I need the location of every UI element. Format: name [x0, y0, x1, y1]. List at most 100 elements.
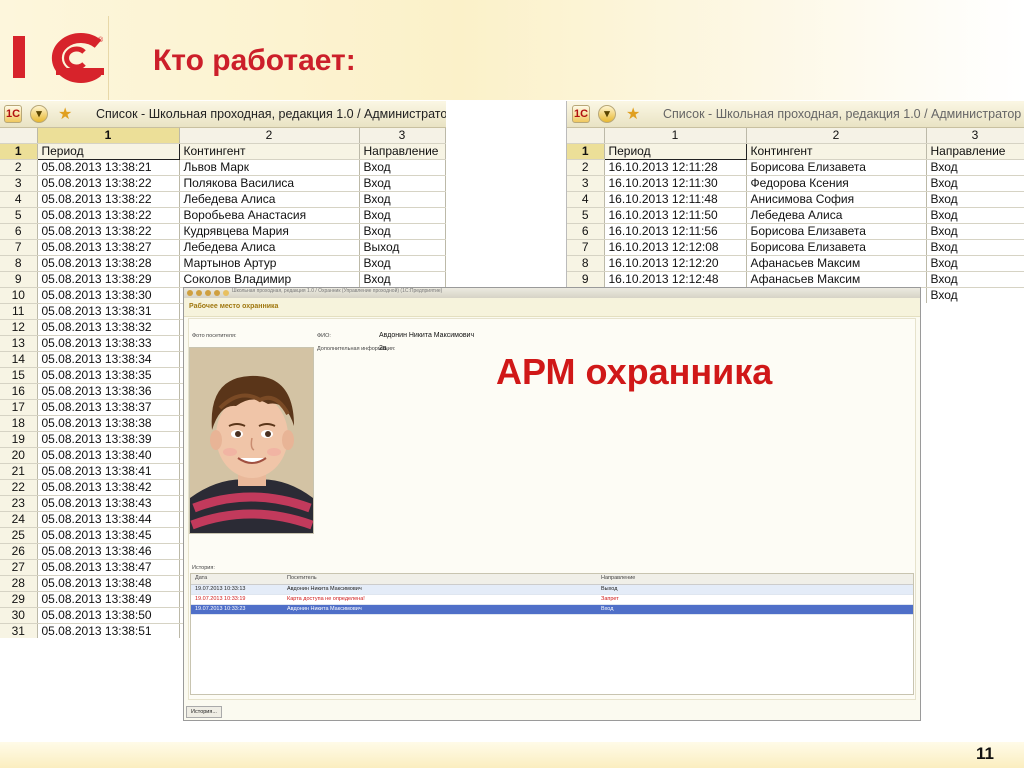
period-cell[interactable]: 05.08.2013 13:38:46	[37, 543, 180, 560]
period-cell[interactable]: 05.08.2013 13:38:22	[37, 175, 180, 192]
table-row[interactable]: 8 16.10.2013 12:12:20 Афанасьев Максим Вход	[567, 255, 1024, 272]
contingent-cell[interactable]: Мартынов Артур	[179, 255, 360, 272]
period-cell[interactable]: 05.08.2013 13:38:50	[37, 607, 180, 624]
contingent-cell[interactable]: Борисова Елизавета	[746, 223, 927, 240]
column-header-contingent[interactable]: Контингент	[179, 143, 360, 160]
period-cell[interactable]: 05.08.2013 13:38:48	[37, 575, 180, 592]
contingent-cell[interactable]: Львов Марк	[179, 159, 360, 176]
favorites-star-icon[interactable]: ★	[626, 104, 640, 124]
history-button[interactable]: История...	[186, 706, 222, 718]
contingent-cell[interactable]: Воробьева Анастасия	[179, 207, 360, 224]
direction-cell[interactable]: Вход	[359, 271, 446, 288]
table-row[interactable]: 6 16.10.2013 12:11:56 Борисова Елизавета Вх…	[567, 223, 1024, 240]
table-row[interactable]: 4 05.08.2013 13:38:22 Лебедева Алиса Вход	[0, 191, 446, 208]
period-cell[interactable]: 05.08.2013 13:38:42	[37, 479, 180, 496]
table-row[interactable]: 2 16.10.2013 12:11:28 Борисова Елизавета Вх…	[567, 159, 1024, 176]
period-cell[interactable]: 16.10.2013 12:11:50	[604, 207, 747, 224]
contingent-cell[interactable]: Полякова Василиса	[179, 175, 360, 192]
period-cell[interactable]: 16.10.2013 12:11:48	[604, 191, 747, 208]
contingent-cell[interactable]: Анисимова София	[746, 191, 927, 208]
column-header-period[interactable]: Период	[36, 143, 180, 160]
column-header-period[interactable]: Период	[603, 143, 747, 160]
arm-menu-icon[interactable]	[196, 290, 202, 296]
direction-cell[interactable]: Вход	[359, 255, 446, 272]
period-cell[interactable]: 05.08.2013 13:38:21	[37, 159, 180, 176]
table-row[interactable]: 1 Период Контингент Направление	[567, 143, 1024, 160]
period-cell[interactable]: 05.08.2013 13:38:28	[37, 255, 180, 272]
period-cell[interactable]: 05.08.2013 13:38:22	[37, 207, 180, 224]
menu-dropdown-icon[interactable]: ▾	[30, 105, 48, 123]
period-cell[interactable]: 05.08.2013 13:38:30	[37, 287, 180, 304]
period-cell[interactable]: 05.08.2013 13:38:45	[37, 527, 180, 544]
period-cell[interactable]: 05.08.2013 13:38:33	[37, 335, 180, 352]
table-row[interactable]: 5 16.10.2013 12:11:50 Лебедева Алиса Вход	[567, 207, 1024, 224]
period-cell[interactable]: 05.08.2013 13:38:40	[37, 447, 180, 464]
history-row[interactable]: 19.07.2013 10:33:13 Авдонин Никита Максим…	[191, 585, 913, 595]
history-table[interactable]: Дата Посетитель Направление 19.07.2013 1…	[190, 573, 914, 695]
table-row[interactable]: 6 05.08.2013 13:38:22 Кудрявцева Мария Вход	[0, 223, 446, 240]
table-row[interactable]: 9 05.08.2013 13:38:29 Соколов Владимир Вход	[0, 271, 446, 288]
period-cell[interactable]: 05.08.2013 13:38:41	[37, 463, 180, 480]
period-cell[interactable]: 16.10.2013 12:11:30	[604, 175, 747, 192]
table-row[interactable]: 7 16.10.2013 12:12:08 Борисова Елизавета Вх…	[567, 239, 1024, 256]
table-row[interactable]: 8 05.08.2013 13:38:28 Мартынов Артур Вход	[0, 255, 446, 272]
table-row[interactable]: 1 Период Контингент Направление	[0, 143, 446, 160]
direction-cell[interactable]: Вход	[926, 239, 1024, 256]
period-cell[interactable]: 05.08.2013 13:38:36	[37, 383, 180, 400]
app-1c-icon[interactable]: 1С	[4, 105, 22, 123]
period-cell[interactable]: 05.08.2013 13:38:38	[37, 415, 180, 432]
direction-cell[interactable]: Вход	[926, 287, 1024, 303]
period-cell[interactable]: 16.10.2013 12:12:08	[604, 239, 747, 256]
arm-forward-icon[interactable]	[214, 290, 220, 296]
direction-cell[interactable]: Вход	[359, 175, 446, 192]
right-data-grid[interactable]: 1 2 3 1 Период Контингент Направление 2 16.10.20…	[567, 128, 1024, 303]
history-row[interactable]: 19.07.2013 10:33:23 Авдонин Никита Максим…	[191, 605, 913, 615]
period-cell[interactable]: 05.08.2013 13:38:39	[37, 431, 180, 448]
direction-cell[interactable]: Вход	[359, 223, 446, 240]
period-cell[interactable]: 16.10.2013 12:11:28	[604, 159, 747, 176]
period-cell[interactable]: 05.08.2013 13:38:22	[37, 191, 180, 208]
arm-app-icon[interactable]	[187, 290, 193, 296]
table-row[interactable]: 3 16.10.2013 12:11:30 Федорова Ксения Вход	[567, 175, 1024, 192]
period-cell[interactable]: 05.08.2013 13:38:51	[37, 623, 180, 638]
period-cell[interactable]: 05.08.2013 13:38:47	[37, 559, 180, 576]
direction-cell[interactable]: Вход	[926, 255, 1024, 272]
period-cell[interactable]: 05.08.2013 13:38:27	[37, 239, 180, 256]
history-row[interactable]: 19.07.2013 10:33:19 Карта доступа не опре…	[191, 595, 913, 605]
period-cell[interactable]: 16.10.2013 12:12:48	[604, 271, 747, 288]
direction-cell[interactable]: Вход	[926, 207, 1024, 224]
menu-dropdown-icon[interactable]: ▾	[598, 105, 616, 123]
table-row[interactable]: 9 16.10.2013 12:12:48 Афанасьев Максим Вход	[567, 271, 1024, 288]
period-cell[interactable]: 05.08.2013 13:38:44	[37, 511, 180, 528]
table-row[interactable]: 7 05.08.2013 13:38:27 Лебедева Алиса Выход	[0, 239, 446, 256]
direction-cell[interactable]: Вход	[926, 175, 1024, 192]
direction-cell[interactable]: Вход	[926, 159, 1024, 176]
direction-cell[interactable]: Вход	[359, 191, 446, 208]
column-header-contingent[interactable]: Контингент	[746, 143, 927, 160]
period-cell[interactable]: 16.10.2013 12:11:56	[604, 223, 747, 240]
contingent-cell[interactable]: Лебедева Алиса	[179, 191, 360, 208]
contingent-cell[interactable]: Федорова Ксения	[746, 175, 927, 192]
app-1c-icon[interactable]: 1С	[572, 105, 590, 123]
direction-cell[interactable]: Вход	[926, 271, 1024, 288]
column-number-row[interactable]: 123	[567, 128, 1024, 144]
contingent-cell[interactable]: Борисова Елизавета	[746, 239, 927, 256]
period-cell[interactable]: 05.08.2013 13:38:32	[37, 319, 180, 336]
contingent-cell[interactable]: Кудрявцева Мария	[179, 223, 360, 240]
period-cell[interactable]: 05.08.2013 13:38:35	[37, 367, 180, 384]
period-cell[interactable]: 05.08.2013 13:38:34	[37, 351, 180, 368]
direction-cell[interactable]: Вход	[926, 191, 1024, 208]
period-cell[interactable]: 05.08.2013 13:38:37	[37, 399, 180, 416]
favorites-star-icon[interactable]: ★	[58, 104, 72, 124]
period-cell[interactable]: 05.08.2013 13:38:31	[37, 303, 180, 320]
column-header-direction[interactable]: Направление	[926, 143, 1024, 160]
direction-cell[interactable]: Вход	[359, 207, 446, 224]
direction-cell[interactable]: Выход	[359, 239, 446, 256]
period-cell[interactable]: 05.08.2013 13:38:49	[37, 591, 180, 608]
arm-star-icon[interactable]	[223, 290, 229, 296]
contingent-cell[interactable]: Афанасьев Максим	[746, 255, 927, 272]
table-row[interactable]: 5 05.08.2013 13:38:22 Воробьева Анастасия В…	[0, 207, 446, 224]
period-cell[interactable]: 16.10.2013 12:12:20	[604, 255, 747, 272]
period-cell[interactable]: 05.08.2013 13:38:22	[37, 223, 180, 240]
table-row[interactable]: 4 16.10.2013 12:11:48 Анисимова София Вход	[567, 191, 1024, 208]
